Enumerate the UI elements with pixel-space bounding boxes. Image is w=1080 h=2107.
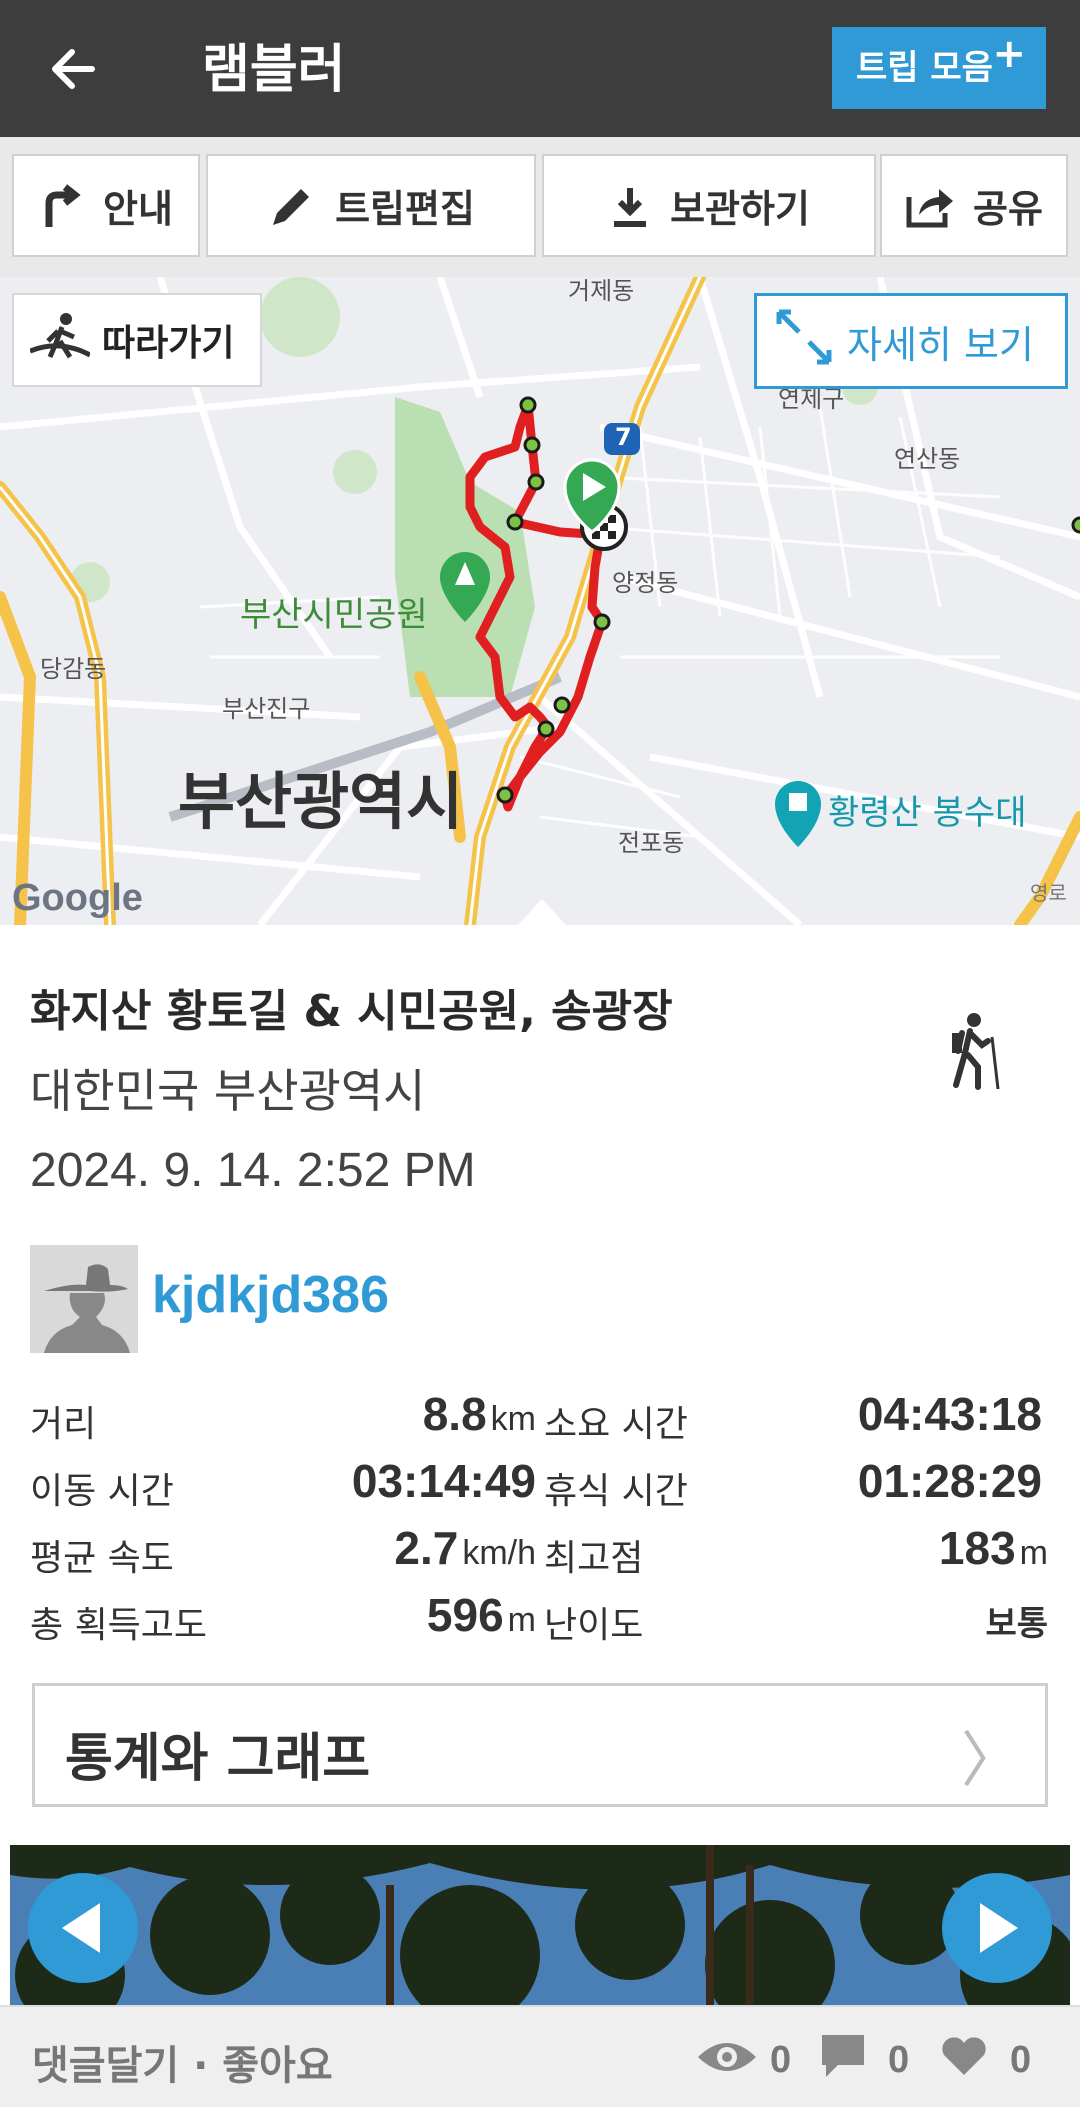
- avg-speed-label: 평균 속도: [30, 1538, 174, 1579]
- follow-button[interactable]: 따라가기: [12, 293, 262, 387]
- map-label-geoje: 거제동: [568, 277, 635, 305]
- prev-photo-button[interactable]: [28, 1873, 138, 1983]
- rest-time-value: 01:28:29: [857, 1455, 1042, 1507]
- stats-graph-button[interactable]: 통계와 그래프 〉: [32, 1683, 1048, 1807]
- elevation-gain-value: 596 m: [426, 1589, 536, 1641]
- chevron-right-icon: 〉: [961, 1726, 1021, 1796]
- route-map[interactable]: 거제동 연제구 연산동 양정동 부산시민공원 당감동 부산진구 부산광역시 황령…: [0, 277, 1080, 925]
- elevation-gain-label: 총 획득고도: [30, 1605, 208, 1646]
- follow-label: 따라가기: [102, 323, 235, 364]
- app-header: 램블러 트립 모음 +: [0, 0, 1080, 137]
- comment-like-link[interactable]: 댓글달기 · 좋아요: [32, 2033, 333, 2091]
- trip-location: 대한민국 부산광역시: [30, 1064, 426, 1118]
- duration-label: 소요 시간: [544, 1404, 688, 1445]
- app-title: 램블러: [202, 40, 346, 100]
- view-count: 0: [770, 2039, 792, 2081]
- rest-time-label: 휴식 시간: [544, 1471, 688, 1512]
- duration-value: 04:43:18: [857, 1388, 1042, 1440]
- guide-button[interactable]: 안내: [12, 154, 200, 257]
- trip-collection-button[interactable]: 트립 모음 +: [832, 27, 1046, 109]
- turn-arrow-icon: [39, 183, 85, 229]
- map-label-hwangnyeong: 황령산 봉수대: [828, 793, 1027, 833]
- max-altitude-value: 183 m: [938, 1522, 1048, 1574]
- moving-time-value: 03:14:49: [351, 1455, 536, 1507]
- map-label-park: 부산시민공원: [240, 595, 428, 635]
- map-label-busanjin: 부산진구: [222, 695, 311, 723]
- stats-graph-label: 통계와 그래프: [65, 1729, 371, 1789]
- play-right-icon: [980, 1903, 1018, 1953]
- map-label-busan: 부산광역시: [178, 765, 464, 838]
- trip-collection-label: 트립 모음: [856, 48, 993, 88]
- map-label-yangjeong: 양정동: [612, 569, 679, 597]
- eye-icon: [696, 2035, 758, 2083]
- map-label-edge: 영로: [1030, 881, 1067, 905]
- avatar[interactable]: [30, 1245, 138, 1353]
- next-photo-button[interactable]: [942, 1873, 1052, 1983]
- max-altitude-label: 최고점: [544, 1538, 644, 1579]
- play-left-icon: [62, 1903, 100, 1953]
- road-number-label: 7: [615, 423, 632, 451]
- trip-title: 화지산 황토길 & 시민공원, 송광장: [30, 986, 673, 1037]
- heart-icon: [940, 2035, 988, 2081]
- trip-datetime: 2024. 9. 14. 2:52 PM: [30, 1144, 476, 1197]
- save-trip-label: 보관하기: [670, 187, 810, 231]
- avg-speed-value: 2.7 km/h: [394, 1522, 536, 1574]
- action-toolbar: 안내 트립편집 보관하기 공유: [0, 137, 1080, 277]
- expand-icon: [773, 306, 835, 377]
- photo-gallery[interactable]: [10, 1845, 1070, 2005]
- difficulty-label: 난이도: [544, 1605, 644, 1646]
- username-link[interactable]: kjdkjd386: [152, 1265, 389, 1325]
- google-logo: Google: [12, 877, 143, 919]
- trip-photo: [10, 1845, 1070, 2005]
- share-label: 공유: [973, 187, 1043, 231]
- walking-person-icon: [29, 311, 92, 370]
- edit-trip-button[interactable]: 트립편집: [206, 154, 536, 257]
- hiking-icon: [948, 1011, 1004, 1095]
- pencil-icon: [267, 181, 317, 231]
- distance-value: 8.8 km: [422, 1388, 536, 1440]
- back-arrow-icon[interactable]: [44, 34, 114, 104]
- comment-count: 0: [888, 2039, 910, 2081]
- moving-time-label: 이동 시간: [30, 1471, 174, 1512]
- plus-icon: +: [992, 31, 1026, 77]
- map-label-jeonpo: 전포동: [618, 829, 685, 857]
- guide-label: 안내: [103, 187, 173, 231]
- difficulty-value: 보통: [985, 1605, 1048, 1643]
- like-count: 0: [1010, 2039, 1032, 2081]
- comment-icon: [820, 2033, 866, 2083]
- share-button[interactable]: 공유: [880, 154, 1068, 257]
- save-trip-button[interactable]: 보관하기: [542, 154, 876, 257]
- share-icon: [905, 183, 955, 229]
- map-label-yeonsan: 연산동: [894, 445, 961, 473]
- view-details-label: 자세히 보기: [847, 322, 1034, 367]
- footer-bar: 댓글달기 · 좋아요 0 0 0: [0, 2005, 1080, 2107]
- view-details-button[interactable]: 자세히 보기: [754, 293, 1068, 389]
- edit-trip-label: 트립편집: [335, 187, 475, 231]
- download-icon: [608, 184, 652, 228]
- map-label-danggam: 당감동: [40, 655, 107, 683]
- distance-label: 거리: [30, 1404, 97, 1445]
